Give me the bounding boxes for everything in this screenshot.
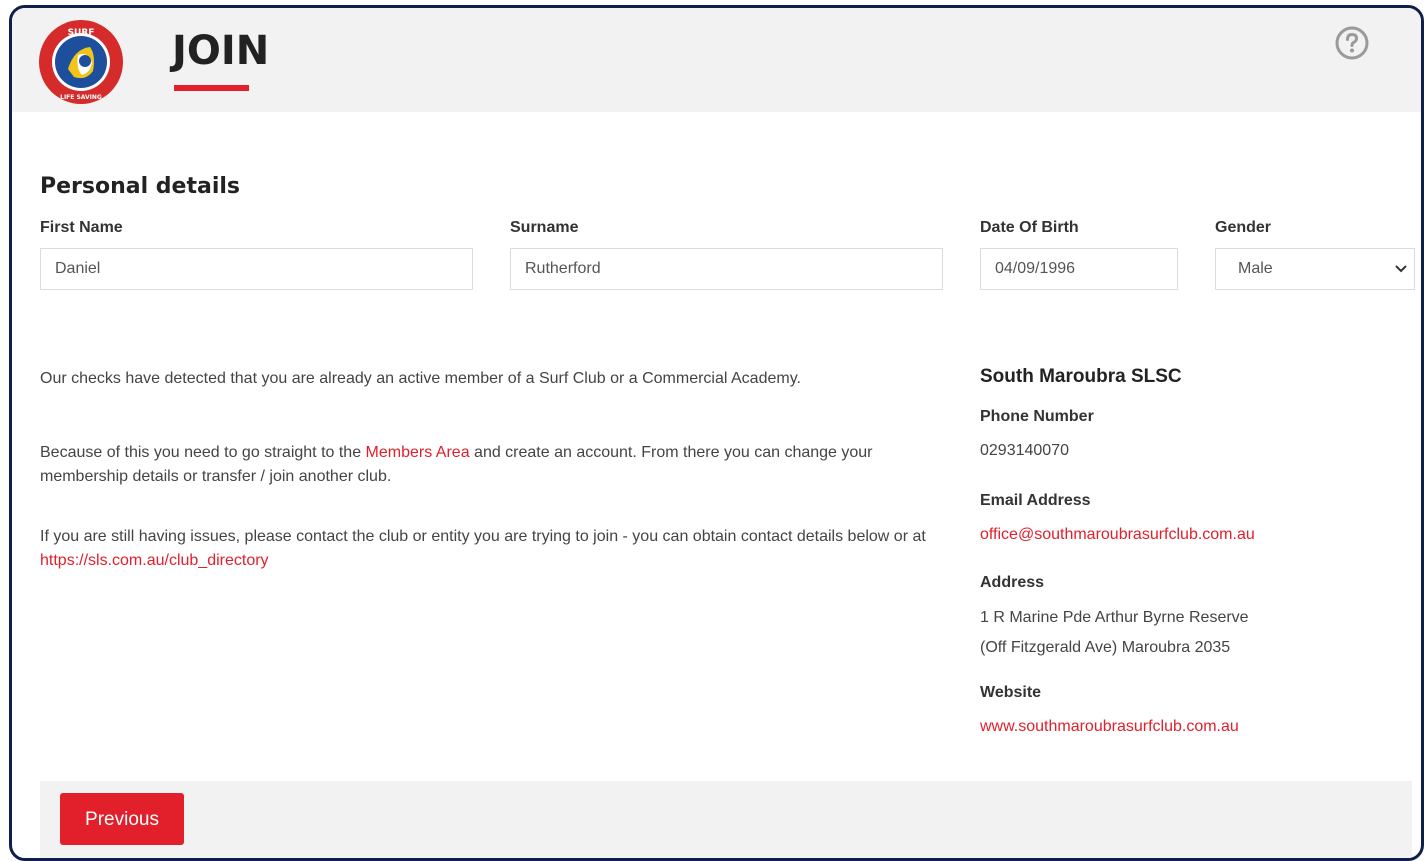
members-area-instructions: Because of this you need to go straight … [40, 441, 950, 489]
address-label: Address [980, 574, 1045, 591]
email-link[interactable]: office@southmaroubrasurfclub.com.au [980, 522, 1255, 548]
phone-label: Phone Number [980, 408, 1094, 425]
active-member-notice: Our checks have detected that you are al… [40, 370, 801, 387]
club-name: South Maroubra SLSC [980, 366, 1182, 387]
email-label: Email Address [980, 492, 1091, 509]
form-footer [40, 781, 1412, 858]
dob-label: Date Of Birth [980, 219, 1079, 236]
surname-label: Surname [510, 219, 579, 236]
first-name-field[interactable]: Daniel [40, 248, 473, 290]
svg-text:LIFE SAVING: LIFE SAVING [60, 94, 102, 101]
section-title-personal-details: Personal details [40, 174, 241, 199]
instructions-text-start: Because of this you need to go straight … [40, 444, 366, 461]
dob-field[interactable]: 04/09/1996 [980, 248, 1178, 290]
club-directory-link[interactable]: https://sls.com.au/club_directory [40, 552, 269, 569]
gender-select[interactable]: Male [1215, 248, 1415, 290]
website-link[interactable]: www.southmaroubrasurfclub.com.au [980, 714, 1239, 740]
contact-instructions: If you are still having issues, please c… [40, 525, 950, 573]
website-label: Website [980, 684, 1042, 701]
question-circle-icon[interactable] [1335, 26, 1369, 60]
gender-label: Gender [1215, 219, 1272, 236]
first-name-label: First Name [40, 219, 123, 236]
previous-button[interactable]: Previous [60, 793, 184, 845]
contact-text: If you are still having issues, please c… [40, 528, 926, 545]
surf-life-saving-logo: SURF LIFE SAVING [39, 20, 123, 104]
surname-field[interactable]: Rutherford [510, 248, 943, 290]
members-area-link[interactable]: Members Area [366, 444, 470, 461]
address-line-1: 1 R Marine Pde Arthur Byrne Reserve [980, 609, 1249, 626]
phone-value: 0293140070 [980, 442, 1069, 459]
page-header: SURF LIFE SAVING JOIN [12, 8, 1421, 112]
chevron-down-icon [1395, 265, 1407, 273]
address-line-2: (Off Fitzgerald Ave) Maroubra 2035 [980, 639, 1231, 656]
title-underline [174, 85, 249, 91]
gender-value: Male [1238, 260, 1273, 277]
page-title: JOIN [172, 28, 270, 74]
app-window: SURF LIFE SAVING JOIN Personal details F… [9, 5, 1424, 861]
svg-text:SURF: SURF [68, 28, 95, 38]
